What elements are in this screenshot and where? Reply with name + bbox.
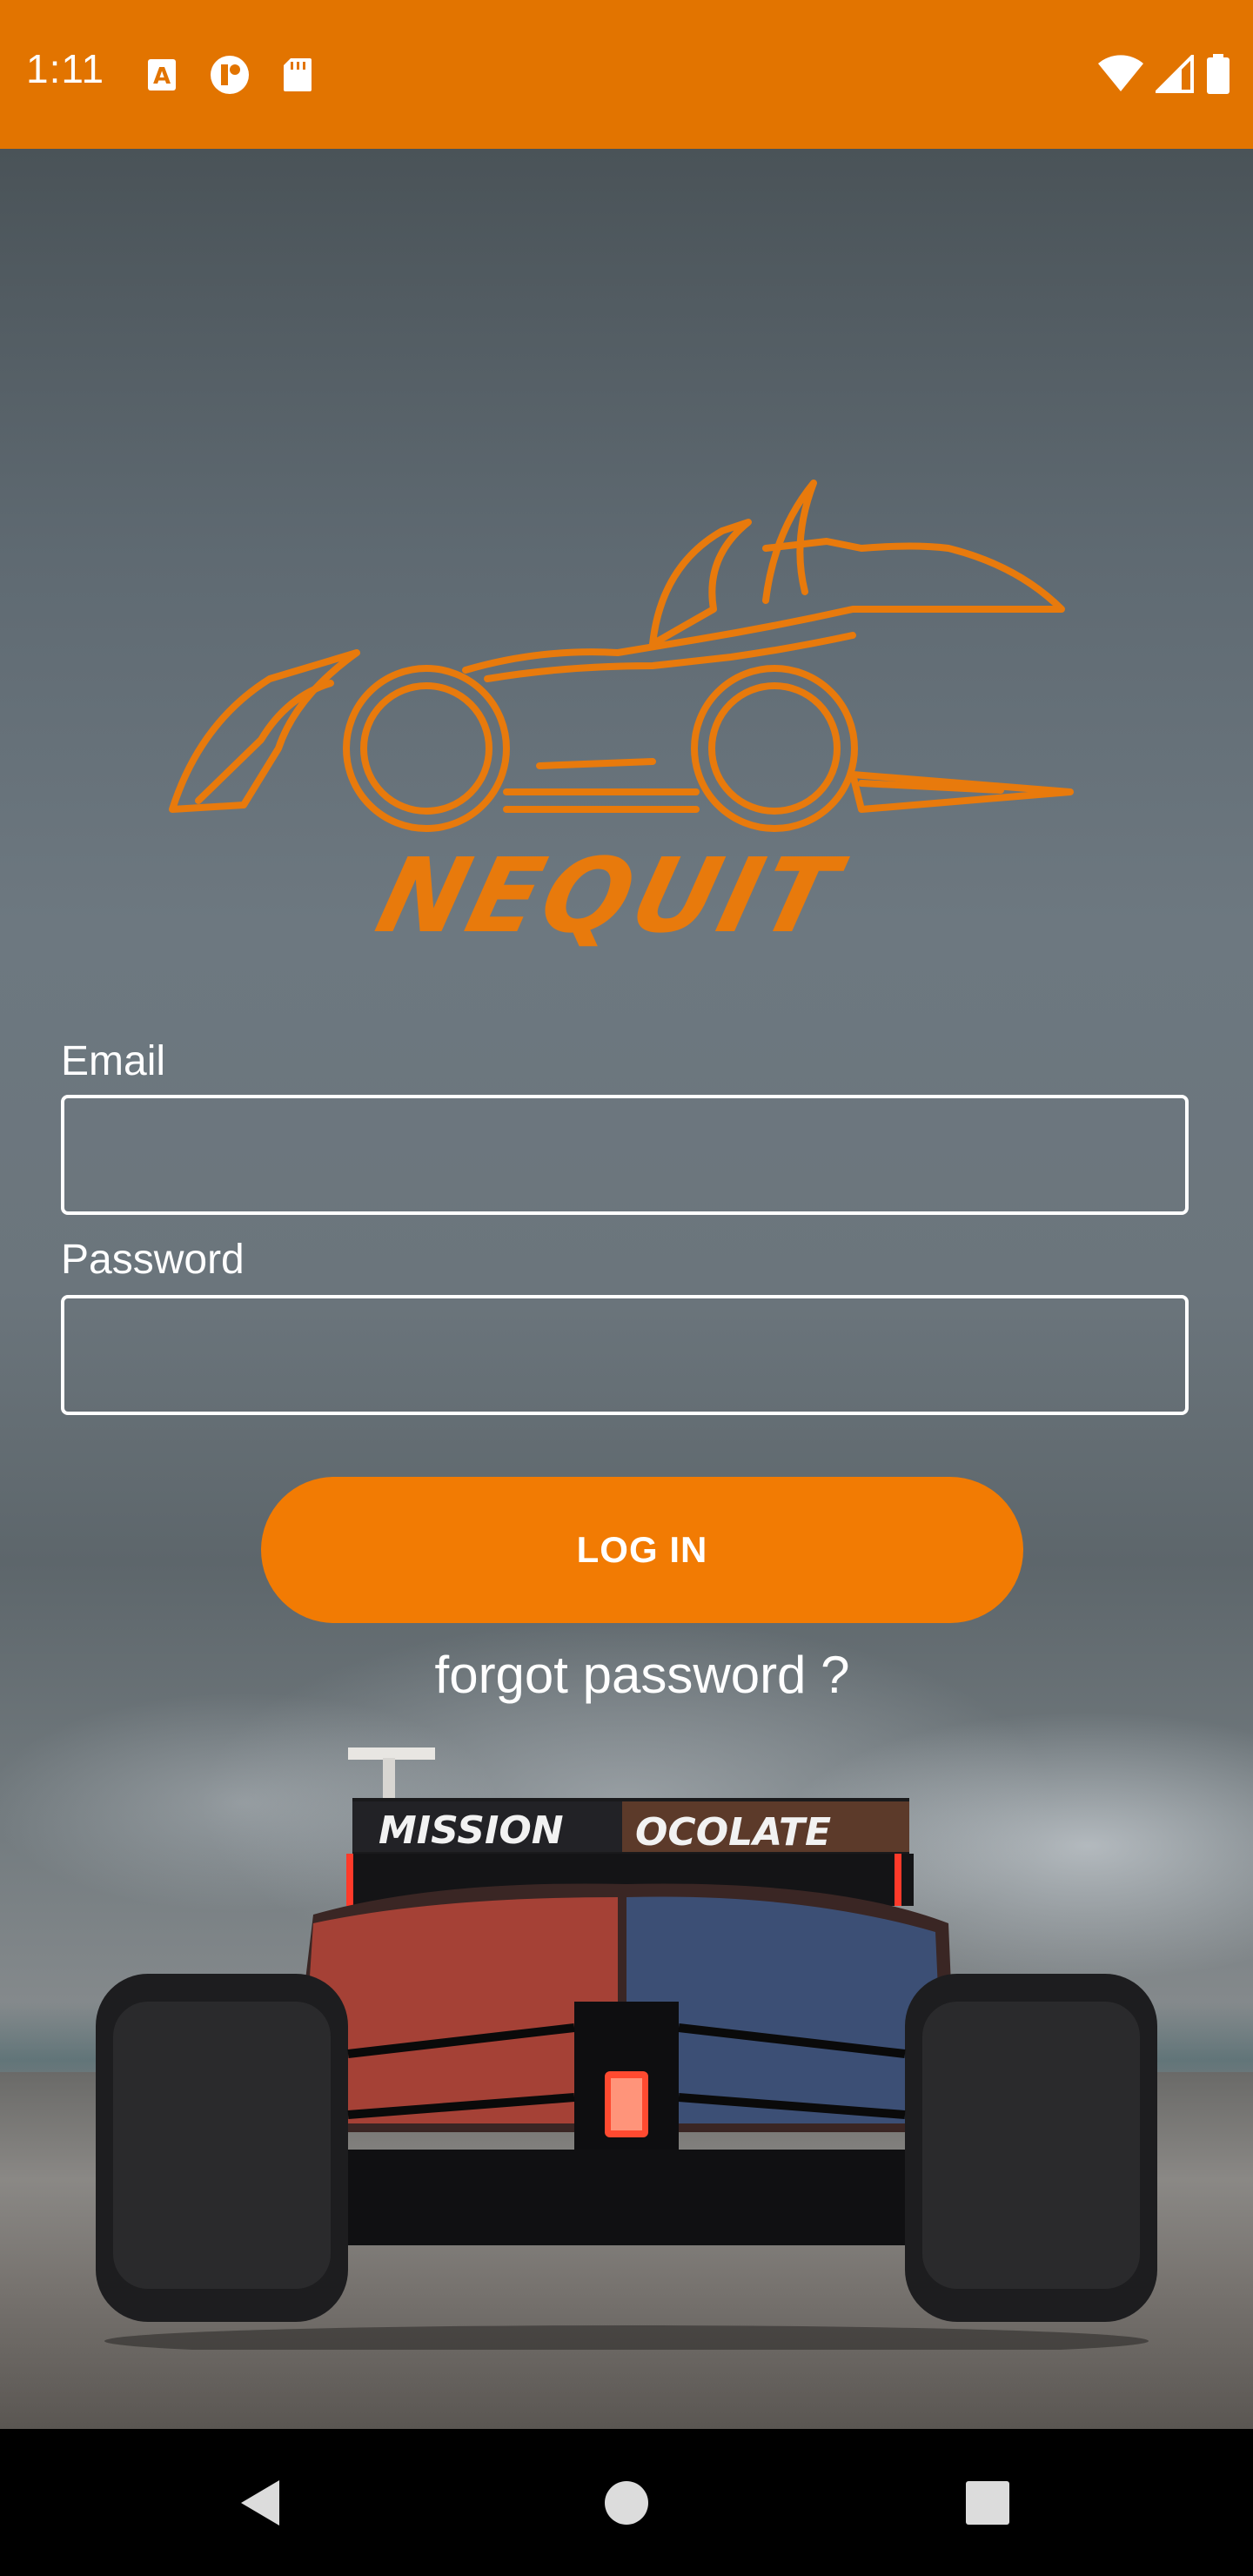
sd-card-icon: [282, 57, 313, 97]
battery-icon: [1206, 54, 1230, 98]
svg-text:A: A: [153, 64, 171, 90]
navigation-bar: [0, 2429, 1253, 2576]
wifi-icon: [1098, 55, 1143, 97]
brand-name: NEQUIT: [365, 835, 853, 956]
notification-app-icon: [209, 54, 251, 100]
email-label: Email: [61, 1038, 166, 1084]
password-label: Password: [61, 1237, 245, 1283]
wing-text-right: OCOLATE: [635, 1810, 831, 1855]
wing-text-left: MISSION: [379, 1808, 564, 1853]
recents-icon[interactable]: [955, 2471, 1020, 2535]
password-field[interactable]: [61, 1295, 1189, 1415]
login-button[interactable]: LOG IN: [261, 1477, 1023, 1623]
forgot-password-link[interactable]: forgot password ?: [261, 1645, 1023, 1705]
font-icon: A: [146, 57, 178, 97]
race-car-image: MISSION OCOLATE: [96, 1748, 1157, 2350]
login-screen: 1:11 A NEQUIT Email Password LOG IN forg…: [0, 0, 1253, 2576]
back-icon[interactable]: [228, 2471, 292, 2535]
home-icon[interactable]: [594, 2471, 659, 2535]
status-time: 1:11: [26, 46, 105, 91]
status-bar: 1:11 A: [0, 0, 1253, 149]
email-field[interactable]: [61, 1095, 1189, 1215]
signal-icon: [1153, 52, 1194, 97]
